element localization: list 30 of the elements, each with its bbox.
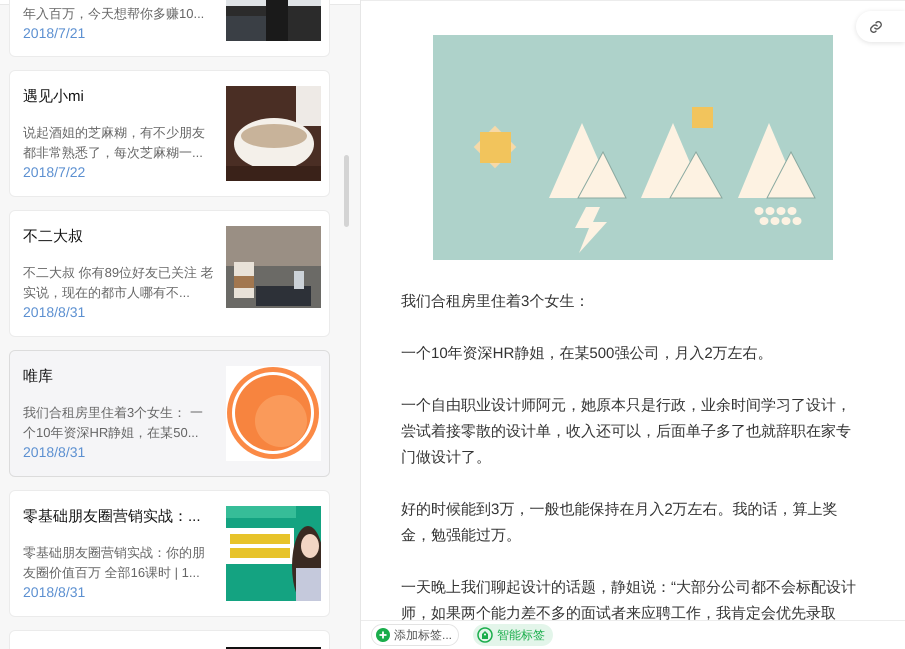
article-card[interactable]: 遇见小mi 说起酒姐的芝麻糊，有不少朋友都非常熟悉了，每次芝麻糊一... 2018/7/22 — [9, 70, 330, 197]
article-date: 2018/8/31 — [23, 303, 86, 321]
article-paragraph: 一个自由职业设计师阿元，她原本只是行政，业余时间学习了设计，尝试着接零散的设计单，收入还可以，后面单子多了也就辞职在家专门做设计了。 — [401, 396, 852, 468]
article-paragraph: 好的时候能到3万，一般也能保持在月入2万左右。我的话，算上奖金，勉强能过万。 — [401, 500, 839, 546]
article-title: 零基础朋友圈营销实战：... — [23, 507, 202, 527]
article-card[interactable]: 零基础朋友圈营销实战：... 零基础朋友圈营销实战：你的朋友圈价值百万 全部16课时 | 1... 2018/8/31 — [9, 490, 330, 617]
article-paragraph: 我们合租房里住着3个女生： — [401, 292, 590, 312]
article-date: 2018/8/31 — [23, 583, 86, 601]
article-summary: 不二大叔 你有89位好友已关注 老实说，现在的都市人哪有不... — [23, 264, 215, 302]
article-title: 遇见小mi — [23, 87, 85, 107]
scrollbar[interactable] — [344, 155, 349, 227]
article-paragraph: 一个10年资深HR静姐，在某500强公司，月入2万左右。 — [401, 344, 774, 364]
link-button[interactable] — [856, 11, 905, 42]
plus-icon — [376, 628, 390, 642]
article-date: 2018/7/22 — [23, 163, 86, 181]
link-icon — [869, 20, 883, 34]
article-card[interactable]: 唯库 我们合租房里住着3个女生： 一个10年资深HR静姐，在某50... 2018/8/31 — [9, 350, 330, 477]
article-date: 2018/7/21 — [23, 24, 86, 42]
article-summary: 零基础朋友圈营销实战：你的朋友圈价值百万 全部16课时 | 1... — [23, 544, 206, 582]
article-title: 不二大叔 — [23, 227, 84, 247]
article-summary: 我们合租房里住着3个女生： 一个10年资深HR静姐，在某50... — [23, 404, 204, 442]
article-title: 唯库 — [23, 367, 54, 387]
tag-icon — [477, 627, 494, 643]
article-summary: 年入百万，今天想帮你多赚10... — [23, 5, 206, 23]
article-paragraph: 一天晚上我们聊起设计的话题，静姐说：“大部分公司都不会标配设计师，如果两个能力差不多的面试者来应聘工作，我肯定会优先录取 — [401, 578, 857, 620]
article-date: 2018/8/31 — [23, 443, 86, 461]
article-card[interactable]: 不二大叔 不二大叔 你有89位好友已关注 老实说，现在的都市人哪有不... 2018/8/31 — [9, 210, 330, 337]
add-tag-button[interactable]: 添加标签... — [371, 624, 460, 646]
article-card[interactable]: 年入百万，今天想帮你多赚10... 2018/7/21 — [9, 0, 330, 57]
article-summary: 说起酒姐的芝麻糊，有不少朋友都非常熟悉了，每次芝麻糊一... — [23, 124, 206, 162]
